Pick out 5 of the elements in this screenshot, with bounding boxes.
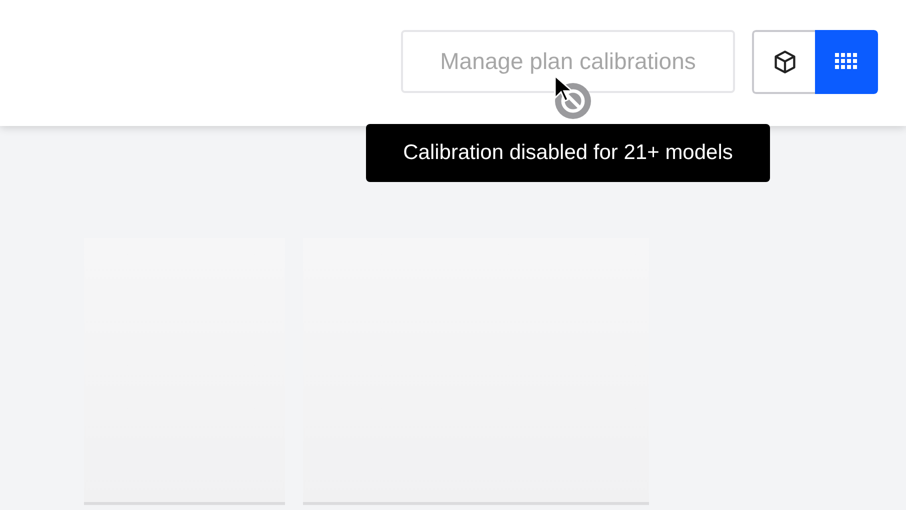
tooltip: Calibration disabled for 21+ models — [366, 124, 770, 182]
cube-icon — [772, 49, 798, 75]
grid-view-button[interactable] — [815, 30, 878, 94]
not-allowed-icon — [553, 81, 593, 121]
3d-view-button[interactable] — [752, 30, 815, 94]
